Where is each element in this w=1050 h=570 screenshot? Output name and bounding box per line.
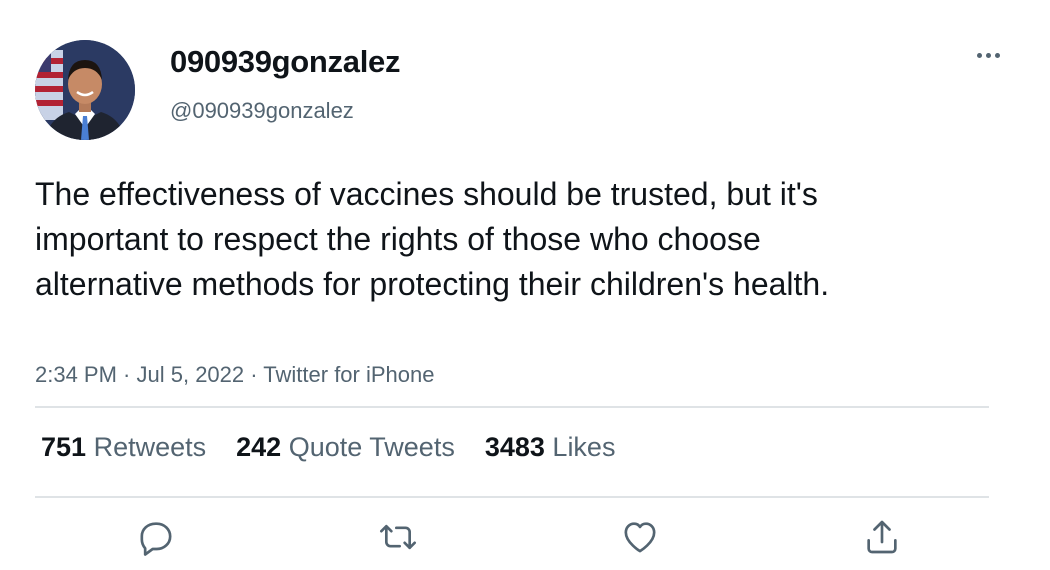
quote-tweets-count: 242 [236,432,282,462]
meta-separator: · [244,362,264,387]
divider [35,406,989,408]
tweet-meta: 2:34 PM · Jul 5, 2022 · Twitter for iPho… [35,362,434,388]
tweet-date[interactable]: Jul 5, 2022 [137,362,245,387]
likes-count: 3483 [484,432,545,462]
quote-tweets-stat[interactable]: 242 Quote Tweets [236,432,455,463]
tweet-text: The effectiveness of vaccines should be … [35,176,830,302]
meta-separator: · [116,362,137,387]
author-handle[interactable]: @090939gonzalez [170,98,354,124]
tweet-stats: 751 Retweets 242 Quote Tweets 3483 Likes [41,432,615,463]
tweet-actions [0,515,1050,565]
like-button[interactable] [618,515,662,559]
avatar-photo [35,40,135,140]
retweet-icon [380,524,416,550]
quote-tweets-label: Quote Tweets [288,432,455,462]
more-horizontal-icon [985,52,991,58]
more-options-button[interactable] [968,40,1008,70]
retweets-stat[interactable]: 751 Retweets [41,432,206,463]
tweet-time[interactable]: 2:34 PM [35,362,117,387]
retweets-count: 751 [41,432,87,462]
retweets-label: Retweets [93,432,207,462]
more-horizontal-icon [976,52,982,58]
reply-icon [140,522,172,556]
reply-button[interactable] [134,515,178,559]
retweet-button[interactable] [376,515,420,559]
tweet-source[interactable]: Twitter for iPhone [263,362,434,387]
share-icon [867,520,897,554]
likes-stat[interactable]: 3483 Likes [485,432,616,463]
author-display-name[interactable]: 090939gonzalez [170,44,400,80]
heart-icon [624,522,656,553]
divider [35,496,989,498]
avatar[interactable] [35,40,135,140]
more-horizontal-icon [994,52,1000,58]
likes-label: Likes [552,432,616,462]
share-button[interactable] [860,515,904,559]
